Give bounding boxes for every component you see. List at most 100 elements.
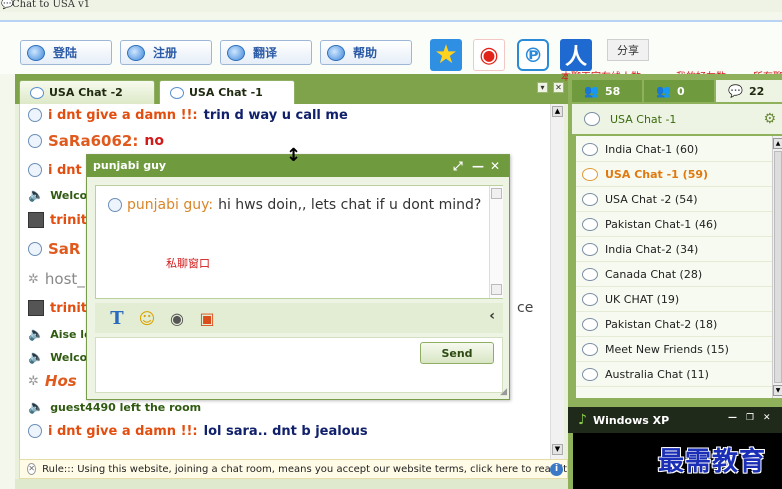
scroll-up-icon[interactable]: ▲ xyxy=(552,106,563,117)
scroll-down-icon[interactable]: ▼ xyxy=(773,385,782,396)
tab-friends[interactable]: 👥 0 xyxy=(644,80,714,102)
list-item: i dnt give a damn !!: trin d way u call … xyxy=(28,104,348,126)
close-icon[interactable]: ✕ xyxy=(27,463,37,475)
message-user[interactable]: i dnt give a damn !!: xyxy=(48,108,198,123)
message-text: Welco xyxy=(50,350,88,364)
list-item: trinit xyxy=(28,209,87,231)
send-button[interactable]: Send xyxy=(420,342,494,364)
register-button[interactable]: 注册 xyxy=(120,40,212,65)
message-user[interactable]: trinit xyxy=(50,301,87,316)
login-button[interactable]: 登陆 xyxy=(20,40,112,65)
chat-bubble-icon xyxy=(28,242,42,256)
chat-bubble-icon xyxy=(582,243,598,256)
message-text: guest4490 left the room xyxy=(50,400,202,414)
list-item: i dnt give a damn !!: lol sara.. dnt b j… xyxy=(28,420,368,442)
restore-icon[interactable]: ❐ xyxy=(746,413,754,423)
tab-usa-chat-1[interactable]: USA Chat -1 xyxy=(159,80,295,104)
list-item: 🔈 Welco xyxy=(28,346,87,368)
speaker-icon: 🔈 xyxy=(28,326,45,342)
scroll-up-icon[interactable] xyxy=(491,188,502,199)
room-item[interactable]: Meet New Friends (15) xyxy=(576,338,772,362)
watermark: 最需教育 xyxy=(658,447,767,477)
message-user[interactable]: host_ xyxy=(45,270,85,288)
tab-usa-chat-2[interactable]: USA Chat -2 xyxy=(19,80,155,104)
chat-bubble-icon xyxy=(170,86,184,99)
resize-cursor-icon: ↕ xyxy=(286,145,302,166)
message-user[interactable]: i dnt give a damn !!: xyxy=(48,424,198,439)
room-item[interactable]: UK CHAT (19) xyxy=(576,288,772,312)
window-title: Chat to USA v1 xyxy=(12,0,91,10)
rule-text: Rule::: Using this website, joining a ch… xyxy=(42,463,567,475)
room-item[interactable]: India Chat-2 (34) xyxy=(576,238,772,262)
pengyou-icon[interactable]: ℗ xyxy=(517,39,549,71)
list-item: punjabi guy: hi hws doin,, lets chat if … xyxy=(108,197,481,213)
private-message-input[interactable]: Send xyxy=(95,337,503,393)
chat-tabs: USA Chat -2 USA Chat -1 ▾ ✕ xyxy=(15,74,568,104)
help-button[interactable]: 帮助 xyxy=(320,40,412,65)
chevron-left-icon[interactable]: ‹ xyxy=(489,308,495,324)
room-item-active[interactable]: USA Chat -1 (59) xyxy=(576,163,772,187)
title-bar: 💬 Chat to USA v1 xyxy=(0,0,782,12)
gear-icon[interactable]: ⚙ xyxy=(763,111,776,127)
minimize-icon[interactable]: — xyxy=(472,159,484,173)
private-scrollbar[interactable] xyxy=(489,186,503,298)
room-scrollbar[interactable]: ▲ ▼ xyxy=(772,136,782,398)
close-icon[interactable]: ✕ xyxy=(490,159,500,173)
private-message-user[interactable]: punjabi guy: xyxy=(127,197,213,213)
translate-button[interactable]: 翻译 xyxy=(220,40,312,65)
message-user[interactable]: SaRa6062: xyxy=(48,132,138,150)
close-icon[interactable]: ✕ xyxy=(763,413,771,423)
renren-icon[interactable]: 人 xyxy=(560,39,592,71)
list-item: SaR xyxy=(28,238,80,260)
media-player-header: ♪ Windows XP — ❐ ✕ xyxy=(568,407,782,433)
input-strip xyxy=(15,479,568,489)
register-button-label: 注册 xyxy=(153,46,178,60)
message-text: no xyxy=(144,133,164,149)
star-icon[interactable]: ★ xyxy=(430,39,462,71)
message-text: Welco xyxy=(50,188,88,202)
scroll-down-icon[interactable]: ▼ xyxy=(552,444,563,455)
room-label: Pakistan Chat-2 (18) xyxy=(605,318,718,331)
weibo-icon[interactable]: ◉ xyxy=(473,39,505,71)
font-icon[interactable]: T xyxy=(107,308,127,329)
chat-bubble-icon xyxy=(227,44,245,61)
room-item[interactable]: Australia Chat (11) xyxy=(576,363,772,387)
message-user[interactable]: trinit xyxy=(50,213,87,228)
message-user[interactable]: Hos xyxy=(45,372,77,390)
resize-grip-icon[interactable]: ◢ xyxy=(500,387,507,397)
scroll-down-icon[interactable] xyxy=(491,284,502,295)
tab-rooms[interactable]: 💬 22 xyxy=(716,80,782,102)
smiley-icon[interactable]: ☺ xyxy=(137,308,157,328)
expand-icon[interactable]: ⤢ xyxy=(453,159,463,174)
speaker-icon: 🔈 xyxy=(28,187,45,203)
message-user[interactable]: i dnt xyxy=(48,163,82,178)
chat-bubble-icon: 💬 xyxy=(728,84,743,98)
media-title: Windows XP xyxy=(592,413,670,427)
chat-bubble-icon xyxy=(28,163,42,177)
room-label: Pakistan Chat-1 (46) xyxy=(605,218,718,231)
room-item[interactable]: Pakistan Chat-1 (46) xyxy=(576,213,772,237)
room-list: India Chat-1 (60) USA Chat -1 (59) USA C… xyxy=(576,136,772,398)
room-item[interactable]: Canada Chat (28) xyxy=(576,263,772,287)
share-button[interactable]: 分享 xyxy=(607,39,649,61)
tab-online-users[interactable]: 👥 58 xyxy=(572,80,642,102)
tab-minimize-icon[interactable]: ▾ xyxy=(537,82,548,93)
scroll-up-icon[interactable]: ▲ xyxy=(773,138,782,149)
room-item[interactable]: USA Chat -2 (54) xyxy=(576,188,772,212)
message-text: lol sara.. dnt b jealous xyxy=(203,423,368,439)
scroll-thumb[interactable] xyxy=(774,151,782,383)
list-item: ✲ Hos xyxy=(28,370,77,392)
webcam-icon[interactable]: ◉ xyxy=(167,308,187,328)
room-item[interactable]: Pakistan Chat-2 (18) xyxy=(576,313,772,337)
gift-icon[interactable]: ▣ xyxy=(197,308,217,328)
chat-bubble-icon xyxy=(28,108,42,122)
room-item[interactable]: India Chat-1 (60) xyxy=(576,138,772,162)
chat-scrollbar[interactable]: ▲ ▼ xyxy=(550,104,564,459)
avatar[interactable] xyxy=(28,300,44,316)
message-user[interactable]: SaR xyxy=(48,240,80,258)
avatar[interactable] xyxy=(28,212,44,228)
minimize-icon[interactable]: — xyxy=(728,413,737,423)
info-icon[interactable]: i xyxy=(550,463,563,476)
tab-close-icon[interactable]: ✕ xyxy=(553,82,564,93)
rule-notice[interactable]: ✕ Rule::: Using this website, joining a … xyxy=(19,459,568,479)
